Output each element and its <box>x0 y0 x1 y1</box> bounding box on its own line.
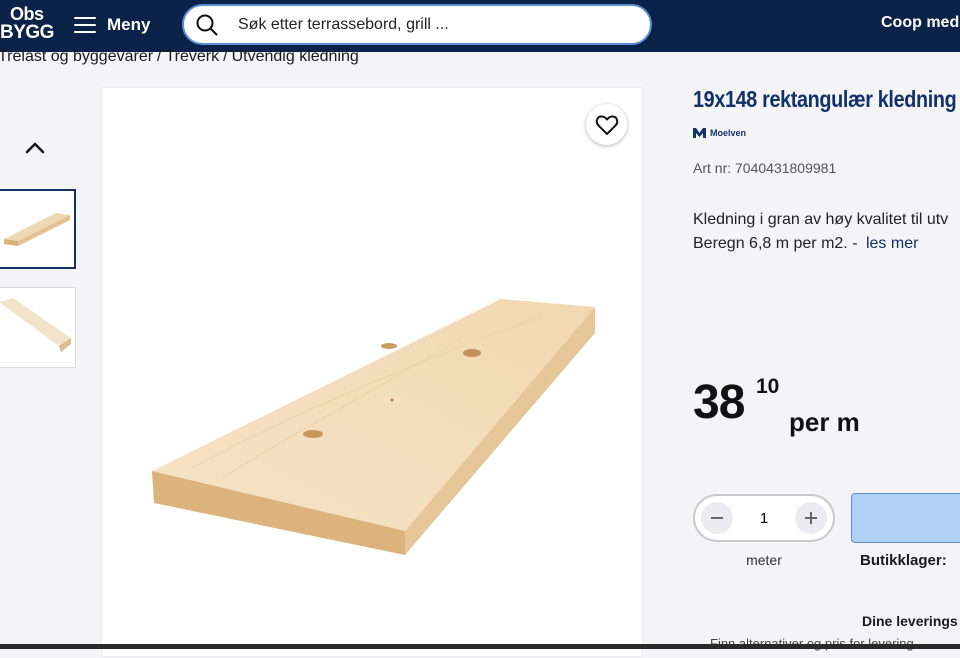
thumbnail-2[interactable] <box>0 287 76 368</box>
breadcrumb: Trelast og byggevarer / Treverk / Utvend… <box>0 48 359 68</box>
thumbnail-1[interactable] <box>0 189 76 269</box>
breadcrumb-item-utvendig-kledning[interactable]: Utvendig kledning <box>232 48 359 68</box>
wooden-plank-image <box>152 299 595 555</box>
search-bar[interactable] <box>182 4 652 45</box>
price-integer: 38 <box>693 376 745 429</box>
coop-member-link[interactable]: Coop med <box>881 14 959 32</box>
store-stock-label: Butikklager: <box>860 552 947 569</box>
description-text: Beregn 6,8 m per m2. - <box>693 235 858 252</box>
favorite-button[interactable] <box>586 104 627 145</box>
plus-icon <box>805 512 817 524</box>
decrease-quantity-button[interactable] <box>701 502 733 534</box>
article-number: Art nr: 7040431809981 <box>693 160 837 176</box>
top-navigation-bar: Obs BYGG Meny Coop med <box>0 0 960 52</box>
description-line-2: Beregn 6,8 m per m2. - les mer <box>693 232 948 256</box>
add-to-cart-button[interactable] <box>851 493 960 543</box>
quantity-unit: meter <box>746 552 782 568</box>
thumbnail-plank-image <box>4 213 70 246</box>
hamburger-icon <box>74 17 96 33</box>
product-description: Kledning i gran av høy kvalitet til utv … <box>693 208 948 256</box>
bottom-edge-bar <box>0 644 960 649</box>
quantity-input[interactable] <box>744 509 784 527</box>
chevron-up-icon[interactable] <box>24 138 46 156</box>
breadcrumb-item-treverk[interactable]: Treverk <box>166 48 220 68</box>
breadcrumb-item-trelast[interactable]: Trelast og byggevarer <box>0 48 153 68</box>
moelven-logo-icon <box>693 128 706 138</box>
brand-logo[interactable]: Moelven <box>693 128 746 138</box>
menu-label: Meny <box>107 15 151 34</box>
logo-line2: BYGG <box>0 22 54 43</box>
price-unit: per m <box>789 407 860 437</box>
search-icon <box>196 14 218 35</box>
obs-bygg-logo[interactable]: Obs BYGG <box>0 4 56 48</box>
delivery-options-heading: Dine leverings <box>862 613 958 629</box>
increase-quantity-button[interactable] <box>795 502 827 534</box>
search-input[interactable] <box>238 15 638 34</box>
price-decimals: 10 <box>756 375 780 398</box>
product-main-image[interactable] <box>101 87 643 657</box>
menu-button[interactable]: Meny <box>74 10 150 40</box>
thumbnail-plank-image <box>0 298 71 352</box>
logo-line1: Obs <box>10 4 44 24</box>
product-title: 19x148 rektangulær kledning <box>693 86 957 112</box>
read-more-link[interactable]: les mer <box>866 235 918 252</box>
breadcrumb-separator: / <box>157 48 162 65</box>
quantity-stepper <box>693 494 835 542</box>
brand-name: Moelven <box>710 128 747 138</box>
heart-icon <box>595 114 618 135</box>
breadcrumb-separator: / <box>223 48 228 65</box>
minus-icon <box>711 517 723 519</box>
description-line-1: Kledning i gran av høy kvalitet til utv <box>693 211 949 228</box>
